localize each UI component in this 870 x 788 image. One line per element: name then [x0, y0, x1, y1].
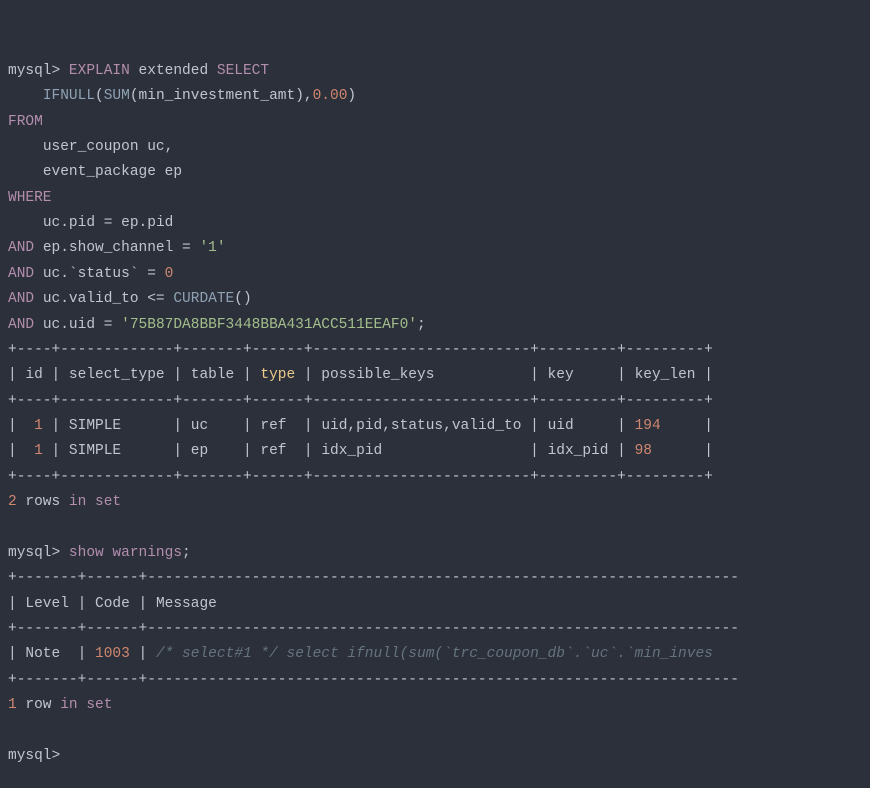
explain-row-1: | 1 | SIMPLE | ep | ref | idx_pid | idx_…	[8, 443, 713, 459]
cond3-rhs: 0	[165, 266, 174, 282]
fn-ifnull: IFNULL	[43, 88, 95, 104]
explain-sep-top: +----+-------------+-------+------+-----…	[8, 342, 713, 358]
warn-sep-top: +-------+------+------------------------…	[8, 570, 739, 586]
warn-sep-mid: +-------+------+------------------------…	[8, 621, 739, 637]
warn-sep-bot: +-------+------+------------------------…	[8, 672, 739, 688]
fn-sum: SUM	[104, 88, 130, 104]
kw-in-1: in	[69, 494, 86, 510]
col-min-investment-amt: min_investment_amt	[139, 88, 296, 104]
warn-count: 1	[8, 697, 17, 713]
cond2-rhs: '1'	[199, 240, 225, 256]
explain-header: | id | select_type | table | type | poss…	[8, 367, 713, 383]
explain-sep-bot: +----+-------------+-------+------+-----…	[8, 469, 713, 485]
kw-set-2: set	[86, 697, 112, 713]
cond2-lhs: ep.show_channel	[43, 240, 174, 256]
kw-and-4: AND	[8, 317, 34, 333]
cond1-rhs: ep.pid	[121, 215, 173, 231]
warn-msg: /* select#1 */ select ifnull(sum(`trc_co…	[156, 646, 713, 662]
warn-header: | Level | Code | Message	[8, 596, 217, 612]
cmd-show-warnings: show warnings	[69, 545, 182, 561]
cond4-lhs: uc.valid_to	[43, 291, 139, 307]
terminal-output: { "query": { "prompt": "mysql>", "explai…	[0, 0, 870, 788]
cond5-rhs: '75B87DA8BBF3448BBA431ACC511EEAF0'	[121, 317, 417, 333]
cond3-lhs: uc.`status`	[43, 266, 139, 282]
explain-row-0: | 1 | SIMPLE | uc | ref | uid,pid,status…	[8, 418, 713, 434]
kw-extended: extended	[139, 63, 209, 79]
mysql-prompt: mysql>	[8, 63, 60, 79]
kw-and-3: AND	[8, 291, 34, 307]
warn-row-0: | Note | 1003 | /* select#1 */ select if…	[8, 646, 713, 662]
kw-from: FROM	[8, 114, 43, 130]
cond5-lhs: uc.uid	[43, 317, 95, 333]
explain-count: 2	[8, 494, 17, 510]
mysql-prompt-2: mysql>	[8, 545, 60, 561]
kw-set-1: set	[95, 494, 121, 510]
kw-explain: EXPLAIN	[69, 63, 130, 79]
mysql-prompt-3[interactable]: mysql>	[8, 748, 60, 764]
kw-select: SELECT	[217, 63, 269, 79]
kw-where: WHERE	[8, 190, 52, 206]
lit-default: 0.00	[313, 88, 348, 104]
tbl-user-coupon: user_coupon uc	[43, 139, 165, 155]
cond1-lhs: uc.pid	[43, 215, 95, 231]
explain-sep-mid: +----+-------------+-------+------+-----…	[8, 393, 713, 409]
hdr-type: type	[260, 367, 295, 383]
tbl-event-package: event_package ep	[43, 164, 182, 180]
kw-and-1: AND	[8, 240, 34, 256]
kw-and-2: AND	[8, 266, 34, 282]
fn-curdate: CURDATE	[173, 291, 234, 307]
kw-in-2: in	[60, 697, 77, 713]
